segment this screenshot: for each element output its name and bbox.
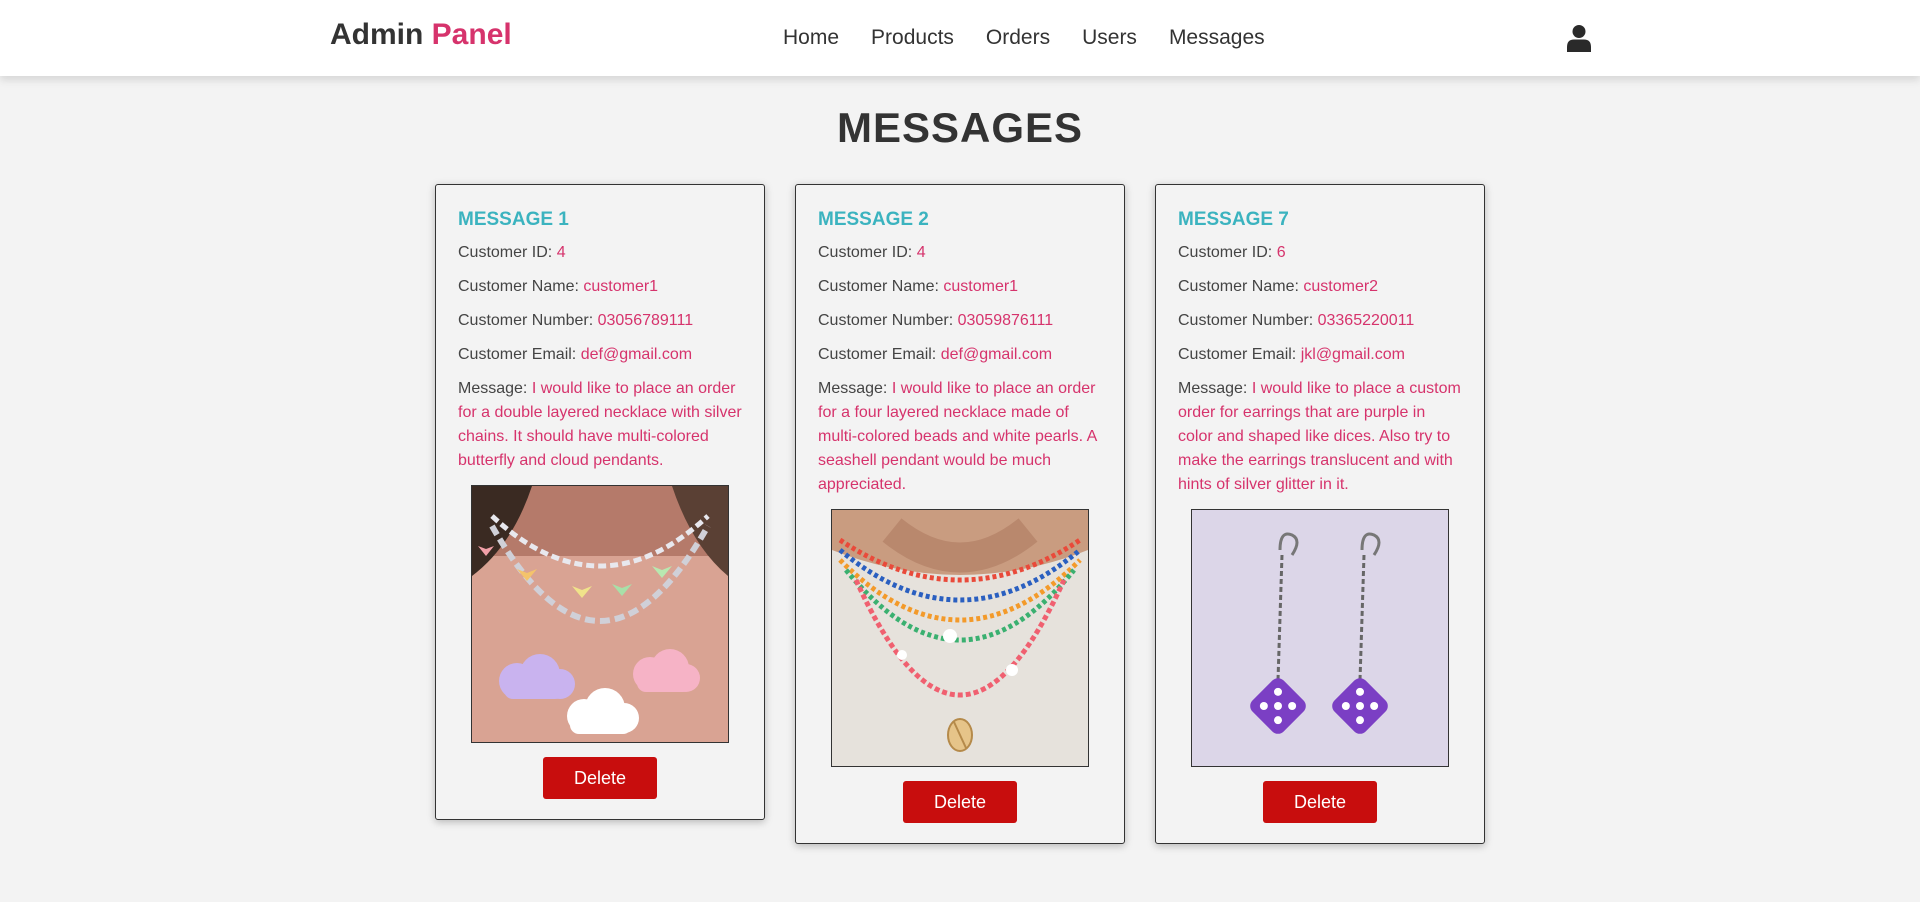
- message-card: MESSAGE 7 Customer ID: 6 Customer Name: …: [1155, 184, 1485, 844]
- product-image-necklace-beads: [831, 509, 1089, 767]
- nav-orders[interactable]: Orders: [986, 26, 1050, 50]
- customer-number-row: Customer Number: 03056789111: [458, 309, 742, 333]
- message-card: MESSAGE 2 Customer ID: 4 Customer Name: …: [795, 184, 1125, 844]
- customer-email-label: Customer Email:: [458, 346, 577, 363]
- customer-number-label: Customer Number:: [1178, 312, 1314, 329]
- message-card: MESSAGE 1 Customer ID: 4 Customer Name: …: [435, 184, 765, 820]
- customer-email-row: Customer Email: def@gmail.com: [818, 343, 1102, 367]
- customer-name-label: Customer Name:: [458, 278, 579, 295]
- message-row: Message: I would like to place a custom …: [1178, 377, 1462, 497]
- nav-messages[interactable]: Messages: [1169, 26, 1265, 50]
- message-title: MESSAGE 2: [818, 209, 929, 230]
- customer-email-row: Customer Email: def@gmail.com: [458, 343, 742, 367]
- product-image-necklace-butterfly: [471, 485, 729, 743]
- delete-button[interactable]: Delete: [903, 781, 1017, 823]
- customer-name-value: customer1: [943, 278, 1019, 295]
- delete-button[interactable]: Delete: [543, 757, 657, 799]
- customer-number-label: Customer Number:: [818, 312, 954, 329]
- message-label: Message:: [818, 380, 888, 397]
- top-navbar: Admin Panel Home Products Orders Users M…: [0, 0, 1920, 76]
- message-label: Message:: [458, 380, 528, 397]
- customer-name-value: customer1: [583, 278, 659, 295]
- nav-users[interactable]: Users: [1082, 26, 1137, 50]
- customer-name-row: Customer Name: customer1: [458, 275, 742, 299]
- message-row: Message: I would like to place an order …: [818, 377, 1102, 497]
- nav-home[interactable]: Home: [783, 26, 839, 50]
- customer-number-row: Customer Number: 03365220011: [1178, 309, 1462, 333]
- message-row: Message: I would like to place an order …: [458, 377, 742, 473]
- customer-name-value: customer2: [1303, 278, 1379, 295]
- customer-email-row: Customer Email: jkl@gmail.com: [1178, 343, 1462, 367]
- customer-id-label: Customer ID:: [818, 244, 913, 261]
- delete-button[interactable]: Delete: [1263, 781, 1377, 823]
- customer-email-value: jkl@gmail.com: [1300, 346, 1405, 363]
- customer-number-label: Customer Number:: [458, 312, 594, 329]
- customer-id-value: 4: [916, 244, 926, 261]
- main-nav: Home Products Orders Users Messages: [783, 26, 1265, 50]
- customer-id-label: Customer ID:: [1178, 244, 1273, 261]
- customer-id-row: Customer ID: 6: [1178, 241, 1462, 265]
- customer-name-label: Customer Name:: [818, 278, 939, 295]
- messages-list: MESSAGE 1 Customer ID: 4 Customer Name: …: [435, 184, 1485, 844]
- customer-email-value: def@gmail.com: [940, 346, 1053, 363]
- customer-email-label: Customer Email:: [818, 346, 937, 363]
- customer-name-label: Customer Name:: [1178, 278, 1299, 295]
- customer-number-value: 03365220011: [1317, 312, 1415, 329]
- nav-products[interactable]: Products: [871, 26, 954, 50]
- customer-id-row: Customer ID: 4: [458, 241, 742, 265]
- customer-id-label: Customer ID:: [458, 244, 553, 261]
- message-title: MESSAGE 7: [1178, 209, 1289, 230]
- message-label: Message:: [1178, 380, 1248, 397]
- customer-id-value: 4: [556, 244, 566, 261]
- message-title: MESSAGE 1: [458, 209, 569, 230]
- brand-accent: Panel: [431, 18, 512, 51]
- customer-email-value: def@gmail.com: [580, 346, 693, 363]
- customer-email-label: Customer Email:: [1178, 346, 1297, 363]
- customer-number-row: Customer Number: 03059876111: [818, 309, 1102, 333]
- user-icon[interactable]: [1566, 24, 1592, 52]
- customer-name-row: Customer Name: customer2: [1178, 275, 1462, 299]
- brand-name: Admin: [330, 18, 424, 51]
- page-title: MESSAGES: [836, 104, 1084, 151]
- customer-name-row: Customer Name: customer1: [818, 275, 1102, 299]
- customer-number-value: 03056789111: [597, 312, 694, 329]
- customer-id-row: Customer ID: 4: [818, 241, 1102, 265]
- customer-number-value: 03059876111: [957, 312, 1054, 329]
- product-image-dice-earrings: [1191, 509, 1449, 767]
- customer-id-value: 6: [1276, 244, 1286, 261]
- brand-logo[interactable]: Admin Panel: [330, 18, 512, 52]
